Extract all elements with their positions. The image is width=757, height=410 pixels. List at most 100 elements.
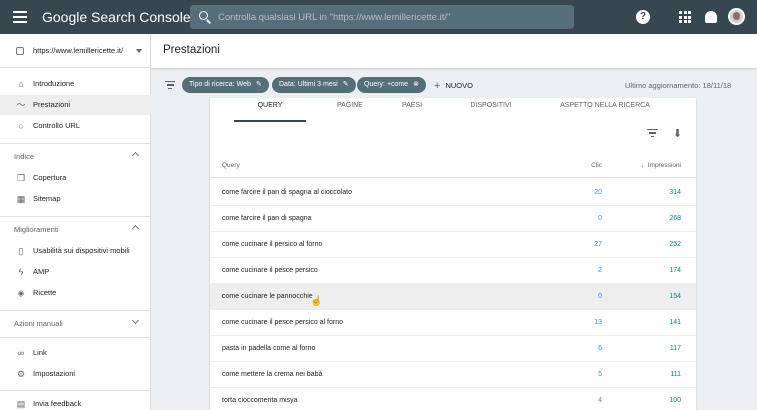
- column-impressions[interactable]: ↓ Impressioni: [641, 162, 681, 169]
- table-row[interactable]: come mettere la crema nei babà 5 111: [210, 362, 696, 388]
- sidebar-item-label: Prestazioni: [33, 100, 71, 109]
- table-row[interactable]: come farcire il pan di spagna 0 268: [210, 206, 696, 232]
- cell-clicks: 2: [598, 267, 602, 274]
- chevron-up-icon: [131, 151, 140, 160]
- mobile-icon: ▯: [18, 246, 24, 256]
- table-row[interactable]: come cucinare il pesce persico 2 174: [210, 258, 696, 284]
- sidebar-item-label: Invia feedback: [33, 399, 82, 408]
- download-icon[interactable]: ⬇: [672, 129, 683, 140]
- page-title: Prestazioni: [163, 44, 220, 56]
- gear-icon: ⚙: [16, 369, 26, 379]
- sort-arrow-icon: ↓: [640, 162, 644, 169]
- hand-cursor-icon: ☝: [310, 296, 323, 307]
- tab-query[interactable]: QUERY: [234, 102, 306, 109]
- app-brand[interactable]: Google Search Console: [42, 9, 191, 25]
- menu-icon[interactable]: [13, 11, 27, 23]
- sitemap-icon: ▦: [16, 194, 26, 204]
- sidebar-item-label: Link: [33, 348, 47, 357]
- chevron-up-icon: [131, 224, 140, 233]
- table-row[interactable]: torta cioccomenta misya 4 100: [210, 388, 696, 410]
- caret-down-icon: [136, 49, 142, 53]
- column-impressions-label: Impressioni: [647, 162, 681, 169]
- section-miglioramenti[interactable]: Miglioramenti: [0, 221, 151, 239]
- cell-query: pasta in padella come al forno: [222, 345, 316, 352]
- cell-query: come farcire il pan di spagna al cioccol…: [222, 189, 352, 196]
- divider: [0, 390, 151, 391]
- layers-icon: ◈: [17, 288, 25, 298]
- sidebar-item-usabilita-mobile[interactable]: ▯ Usabilità sui dispositivi mobili: [0, 241, 151, 261]
- section-indice[interactable]: Indice: [0, 148, 151, 166]
- cell-query: come cucinare le pannocchie: [222, 293, 313, 300]
- cell-clicks: 20: [594, 189, 602, 196]
- sidebar-item-link[interactable]: ∞ Link: [0, 343, 151, 363]
- sidebar-item-sitemap[interactable]: ▦ Sitemap: [0, 189, 151, 209]
- sidebar-item-label: AMP: [33, 267, 50, 276]
- new-filter-label: NUOVO: [445, 81, 473, 90]
- column-query[interactable]: Query: [222, 162, 240, 169]
- section-azioni-manuali[interactable]: Azioni manuali: [0, 315, 151, 333]
- cell-query: come mettere la crema nei babà: [222, 371, 323, 378]
- property-url: https://www.lemillericette.it/: [33, 46, 124, 55]
- sidebar-item-label: Copertura: [33, 173, 67, 182]
- filter-chip-query[interactable]: Query: +come ⊗: [357, 77, 427, 93]
- section-label: Indice: [14, 152, 35, 161]
- cell-impressions: 141: [669, 319, 681, 326]
- edit-icon: ✎: [255, 81, 262, 88]
- table-filter-icon[interactable]: [647, 129, 658, 140]
- sidebar-item-label: Sitemap: [33, 194, 61, 203]
- sidebar-item-prestazioni[interactable]: 〜 Prestazioni: [0, 95, 151, 115]
- cell-clicks: 0: [598, 293, 602, 300]
- notifications-icon[interactable]: [705, 11, 717, 23]
- table-row[interactable]: come cucinare il persico al forno 27 252: [210, 232, 696, 258]
- sidebar-item-invia-feedback[interactable]: ▤ Invia feedback: [0, 394, 151, 410]
- chip-label: Query: +come: [364, 81, 409, 88]
- section-label: Miglioramenti: [14, 225, 59, 234]
- close-icon[interactable]: ⊗: [413, 81, 420, 88]
- page-header: Prestazioni: [151, 34, 757, 68]
- account-avatar[interactable]: [728, 8, 745, 25]
- cell-impressions: 111: [670, 371, 681, 378]
- cell-clicks: 27: [594, 241, 602, 248]
- apps-grid-icon[interactable]: [679, 11, 691, 23]
- tab-dispositivi[interactable]: DISPOSITIVI: [455, 102, 527, 109]
- table-row[interactable]: come cucinare il pesce persico al forno …: [210, 310, 696, 336]
- search-icon: [199, 11, 208, 20]
- active-tab-indicator: [234, 120, 306, 122]
- sidebar-item-label: Controllo URL: [33, 121, 81, 130]
- sidebar-item-ricette[interactable]: ◈ Ricette: [0, 283, 151, 303]
- help-icon[interactable]: ?: [636, 10, 650, 24]
- sidebar: https://www.lemillericette.it/ ⌂ Introdu…: [0, 34, 151, 410]
- url-inspection-input[interactable]: [218, 9, 558, 25]
- sidebar-item-introduzione[interactable]: ⌂ Introduzione: [0, 74, 151, 94]
- section-label: Azioni manuali: [14, 319, 63, 328]
- sidebar-item-label: Impostazioni: [33, 369, 76, 378]
- column-clicks[interactable]: Clic: [591, 162, 602, 169]
- sidebar-item-impostazioni[interactable]: ⚙ Impostazioni: [0, 364, 151, 384]
- tab-paesi[interactable]: PAESI: [376, 102, 448, 109]
- filter-chip-date[interactable]: Data: Ultimi 3 mesi ✎: [272, 77, 356, 93]
- results-card: QUERY PAGINE PAESI DISPOSITIVI ASPETTO N…: [210, 98, 696, 410]
- sidebar-item-controllo-url[interactable]: ○ Controllo URL: [0, 116, 151, 136]
- new-filter-button[interactable]: + NUOVO: [434, 80, 473, 92]
- filter-chip-search-type[interactable]: Tipo di ricerca: Web ✎: [182, 77, 269, 93]
- chip-label: Data: Ultimi 3 mesi: [279, 81, 338, 88]
- trending-icon: 〜: [16, 100, 26, 110]
- cell-clicks: 13: [594, 319, 602, 326]
- sidebar-item-amp[interactable]: ϟ AMP: [0, 262, 151, 282]
- table-row[interactable]: come farcire il pan di spagna al cioccol…: [210, 180, 696, 206]
- tab-aspetto-ricerca[interactable]: ASPETTO NELLA RICERCA: [550, 102, 660, 109]
- property-selector[interactable]: https://www.lemillericette.it/: [0, 34, 151, 68]
- url-inspection-search[interactable]: [190, 5, 574, 29]
- cell-clicks: 4: [598, 397, 602, 404]
- cell-impressions: 117: [669, 345, 681, 352]
- cell-impressions: 174: [669, 267, 681, 274]
- property-icon: [16, 47, 24, 55]
- table-row[interactable]: come cucinare le pannocchie 0 154: [210, 284, 696, 310]
- table-row[interactable]: pasta in padella come al forno 6 117: [210, 336, 696, 362]
- link-icon: ∞: [17, 348, 25, 358]
- home-icon: ⌂: [18, 79, 24, 89]
- sidebar-item-copertura[interactable]: ❐ Copertura: [0, 168, 151, 188]
- filter-icon[interactable]: [165, 81, 175, 90]
- cell-query: torta cioccomenta misya: [222, 397, 298, 404]
- cell-impressions: 100: [669, 397, 681, 404]
